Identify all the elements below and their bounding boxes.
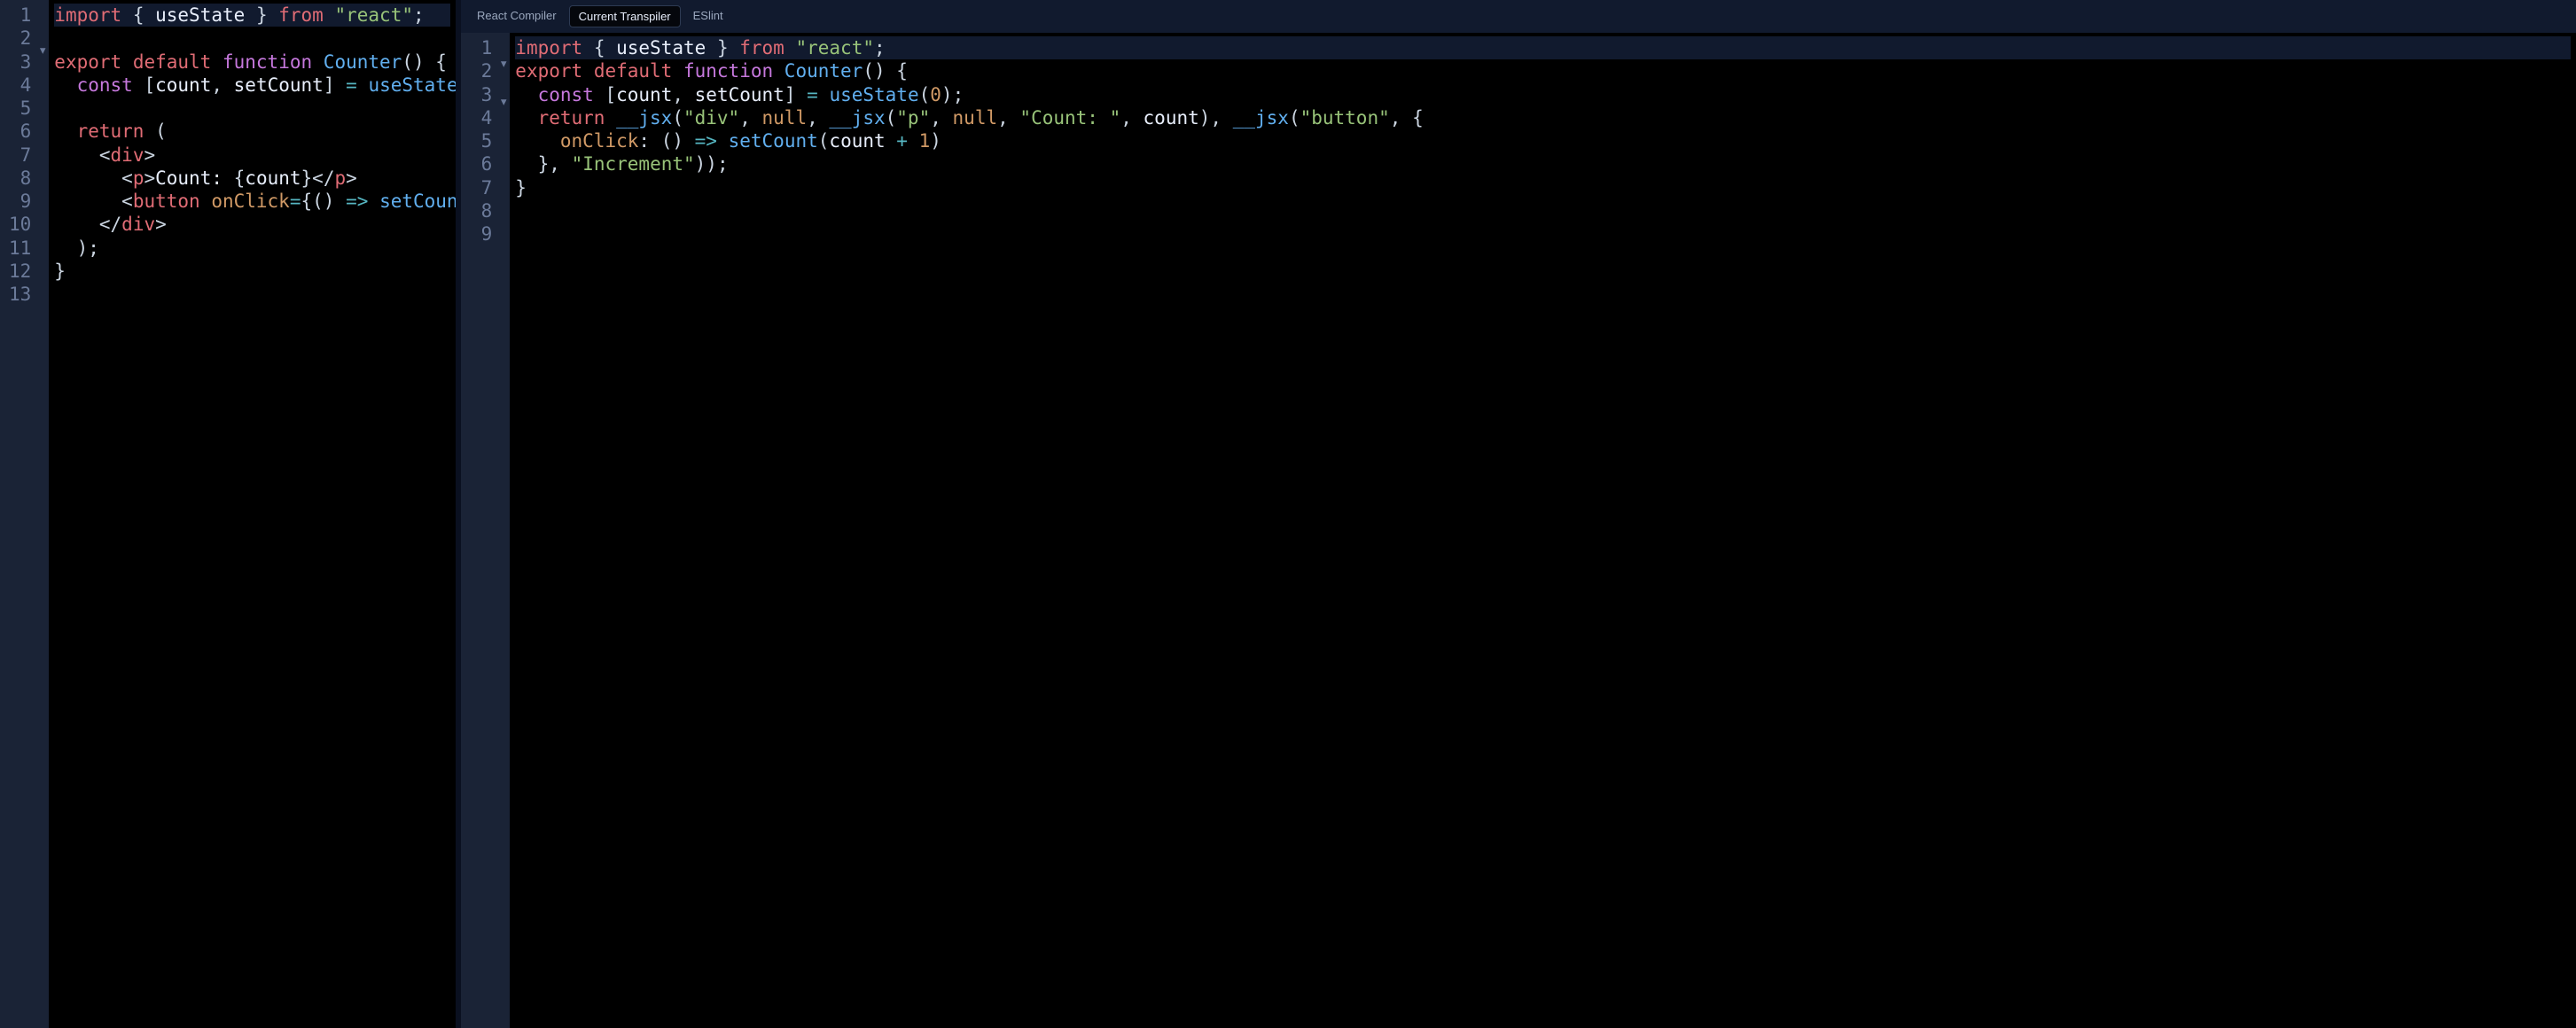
fold-toggle-icon[interactable]: ▾ (36, 42, 49, 60)
code-line[interactable]: }, "Increment")); (515, 152, 2571, 175)
code-line[interactable]: </div> (54, 213, 450, 236)
right-code-area[interactable]: import { useState } from "react";export … (510, 33, 2576, 1028)
code-line[interactable] (515, 222, 2571, 245)
code-line[interactable]: export default function Counter() { (515, 59, 2571, 82)
code-line[interactable]: const [count, setCount] = useState(0); (54, 74, 450, 97)
tab-react-compiler[interactable]: React Compiler (468, 5, 566, 27)
fold-toggle-icon[interactable]: ▾ (497, 93, 510, 112)
code-line[interactable]: } (515, 176, 2571, 199)
code-line[interactable] (54, 97, 450, 120)
code-line[interactable] (54, 283, 450, 306)
left-gutter: 1 2 3 4 5 6 7 8 9 10 11 12 13 (0, 0, 36, 1028)
code-line[interactable]: return ( (54, 120, 450, 143)
code-line[interactable]: <p>Count: {count}</p> (54, 167, 450, 190)
fold-toggle-icon[interactable]: ▾ (497, 55, 510, 74)
right-editor[interactable]: 1 2 3 4 5 6 7 8 9 ▾▾ import { useState }… (461, 33, 2576, 1028)
code-line[interactable]: ); (54, 237, 450, 260)
code-line[interactable]: return __jsx("div", null, __jsx("p", nul… (515, 106, 2571, 129)
code-line[interactable] (54, 27, 450, 50)
code-line[interactable]: import { useState } from "react"; (515, 36, 2571, 59)
code-line[interactable]: const [count, setCount] = useState(0); (515, 83, 2571, 106)
code-line[interactable]: } (54, 260, 450, 283)
left-editor[interactable]: 1 2 3 4 5 6 7 8 9 10 11 12 13 ▾ import {… (0, 0, 456, 1028)
tab-current-transpiler[interactable]: Current Transpiler (569, 5, 681, 27)
code-line[interactable]: onClick: () => setCount(count + 1) (515, 129, 2571, 152)
app-root: 1 2 3 4 5 6 7 8 9 10 11 12 13 ▾ import {… (0, 0, 2576, 1028)
code-line[interactable]: import { useState } from "react"; (54, 4, 450, 27)
left-fold-gutter[interactable]: ▾ (36, 0, 49, 1028)
code-line[interactable]: <button onClick={() => setCount(count (54, 190, 450, 213)
right-gutter: 1 2 3 4 5 6 7 8 9 (461, 33, 497, 1028)
left-pane: 1 2 3 4 5 6 7 8 9 10 11 12 13 ▾ import {… (0, 0, 461, 1028)
code-line[interactable]: <div> (54, 144, 450, 167)
tab-eslint[interactable]: ESlint (684, 5, 732, 27)
code-line[interactable] (515, 199, 2571, 222)
code-line[interactable]: export default function Counter() { (54, 51, 450, 74)
right-pane: React CompilerCurrent TranspilerESlint 1… (461, 0, 2576, 1028)
output-tabs: React CompilerCurrent TranspilerESlint (461, 0, 2576, 33)
right-fold-gutter[interactable]: ▾▾ (497, 33, 510, 1028)
left-code-area[interactable]: import { useState } from "react"; export … (49, 0, 456, 1028)
